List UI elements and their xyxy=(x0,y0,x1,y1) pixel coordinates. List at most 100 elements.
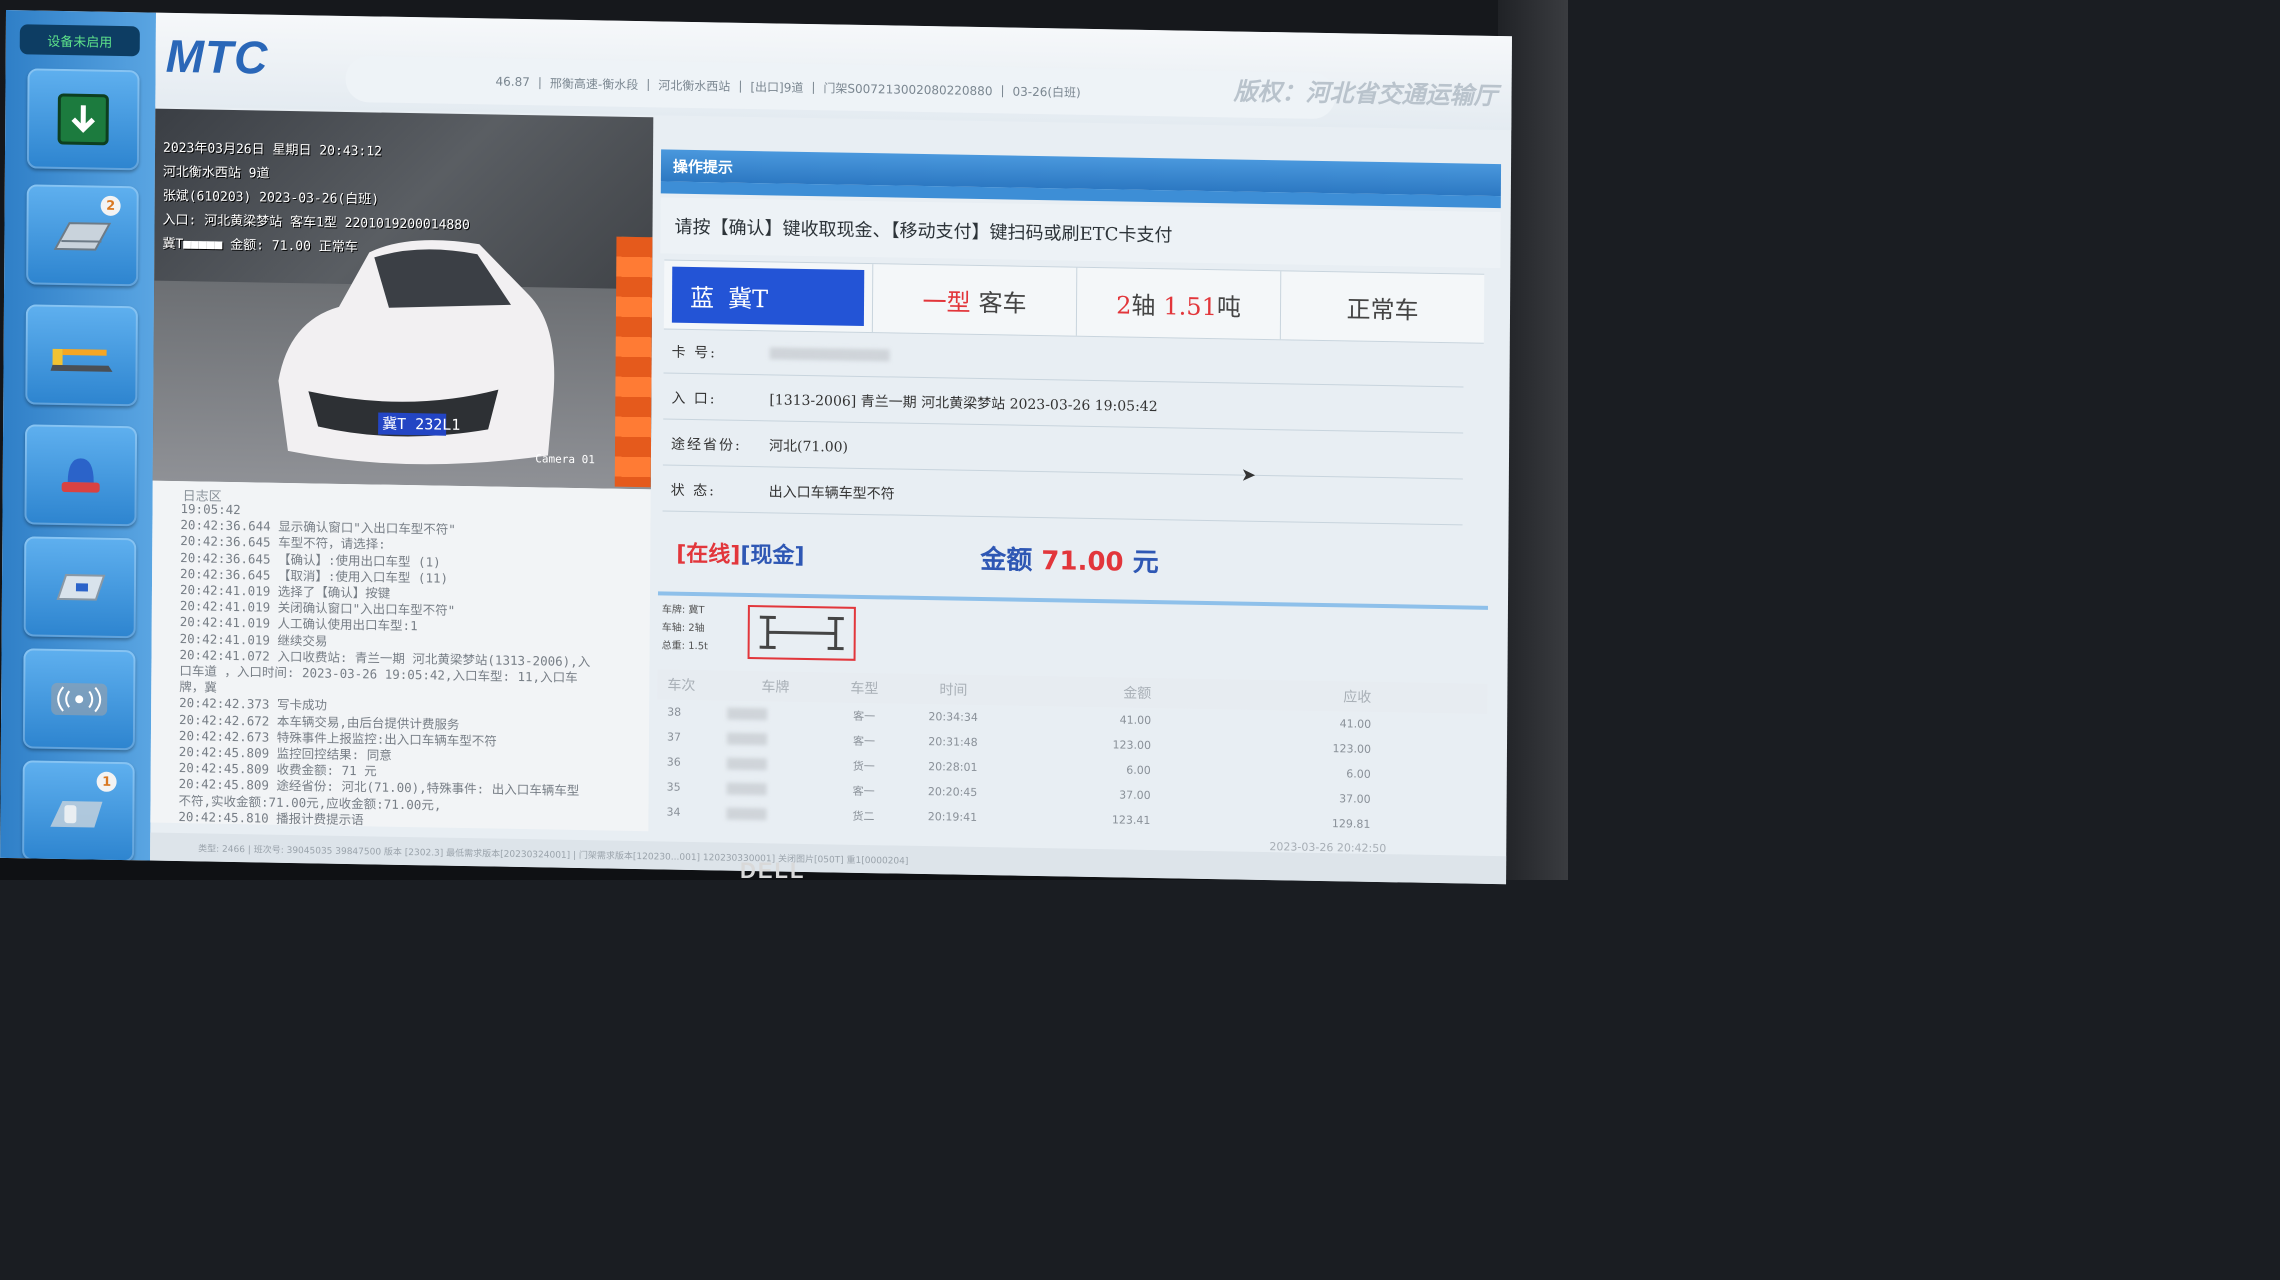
station-info-bar: 46.87 | 邢衡高速-衡水段 | 河北衡水西站 | [出口]9道 | 门架S0072… xyxy=(345,55,1336,120)
wireless-icon xyxy=(51,682,108,716)
barrier-gate-icon xyxy=(50,348,113,372)
info-gantry: 门架S007213002080220880 xyxy=(823,80,993,98)
camera-plate-text: 冀T 232L1 xyxy=(382,415,460,434)
payment-amount: 金额 71.00 元 xyxy=(980,539,1159,579)
lane-count-badge: 2 xyxy=(100,195,121,217)
plate-prefix: 冀T xyxy=(727,284,769,313)
info-station: 河北衡水西站 xyxy=(658,77,731,94)
province-value: 河北(71.00) xyxy=(768,437,849,456)
brand-logo: MTC xyxy=(165,29,269,84)
camera-overlay-text: 2023年03月26日 星期日 20:43:12 河北衡水西站 9道 张斌(61… xyxy=(162,137,470,262)
row-plate-redacted xyxy=(726,732,823,747)
toll-terminal-screen: 设备未启用 2 1 MTC 46.87 | 邢衡高速-衡水段 | 河北衡水西站 … xyxy=(0,10,1512,885)
download-button[interactable] xyxy=(26,68,140,171)
card-reader-button[interactable] xyxy=(23,536,137,639)
col-due: 应收 xyxy=(1343,689,1372,706)
state-value: 出入口车辆车型不符 xyxy=(768,483,895,503)
ops-prompt: 请按【确认】键收取现金、【移动支付】键扫码或刷ETC卡支付 xyxy=(660,197,1501,269)
row-due: 6.00 xyxy=(1346,767,1371,781)
lane-icon xyxy=(53,222,112,251)
etc-button[interactable] xyxy=(22,648,136,751)
axle-count: 2 xyxy=(1116,290,1132,320)
axle-info-weight: 总重: 1.5t xyxy=(661,640,709,653)
row-time: 20:19:41 xyxy=(927,810,978,824)
online-status: [在线] xyxy=(676,541,741,568)
info-version: 46.87 xyxy=(495,74,530,90)
log-lines: 19:05:42 20:42:36.644 显示确认窗口"入出口车型不符" 20… xyxy=(178,501,640,833)
row-time: 20:34:34 xyxy=(928,710,978,724)
log-panel[interactable]: 日志区 19:05:42 20:42:36.644 显示确认窗口"入出口车型不符… xyxy=(150,480,651,833)
barrier-button[interactable] xyxy=(25,304,138,407)
row-time: 20:20:45 xyxy=(927,785,978,799)
card-label: 卡 号: xyxy=(671,344,717,361)
camera-barrier-stripes xyxy=(614,236,653,488)
copyright-text: 版权：河北省交通运输厅 xyxy=(1233,77,1498,111)
row-time: 20:31:48 xyxy=(928,735,978,749)
row-type: 客一 xyxy=(852,734,876,748)
row-no: 38 xyxy=(667,705,682,719)
row-amount: 37.00 xyxy=(1119,788,1151,802)
amount-value: 71.00 xyxy=(1041,546,1124,578)
col-no: 车次 xyxy=(667,677,696,695)
vehicle-queue-icon xyxy=(50,801,103,828)
row-time: 20:28:01 xyxy=(928,760,978,774)
row-due: 123.00 xyxy=(1332,742,1372,756)
camera-view: 冀T 232L1 2023年03月26日 星期日 20:43:12 河北衡水西站… xyxy=(152,108,654,490)
row-amount: 6.00 xyxy=(1126,763,1151,777)
camera-label: Camera 01 xyxy=(535,452,595,467)
row-type: 客一 xyxy=(853,709,876,723)
row-due: 129.81 xyxy=(1331,817,1371,831)
axle-info: 车牌: 冀T 车轴: 2轴 总重: 1.5t xyxy=(658,601,744,660)
row-plate-redacted xyxy=(727,707,823,722)
row-type: 客一 xyxy=(852,784,875,798)
transaction-history[interactable]: 车次 车牌 车型 时间 金额 应收 38 客一 20:34:34 41.00 4… xyxy=(656,669,1488,843)
row-type: 货一 xyxy=(852,759,875,773)
row-no: 37 xyxy=(666,730,682,744)
row-amount: 123.00 xyxy=(1112,738,1152,753)
row-no: 34 xyxy=(666,805,681,819)
state-label: 状 态: xyxy=(670,482,716,499)
weight-value: 1.51 xyxy=(1163,291,1218,321)
download-icon xyxy=(57,93,109,146)
plate-color: 蓝 xyxy=(689,283,715,312)
info-road: 邢衡高速-衡水段 xyxy=(549,75,639,92)
row-due: 41.00 xyxy=(1339,717,1372,731)
info-lane: [出口]9道 xyxy=(750,79,804,95)
alarm-button[interactable] xyxy=(24,424,138,527)
axle-info-plate: 车牌: 冀T xyxy=(661,604,705,617)
entry-value: [1313-2006] 青兰一期 河北黄梁梦站 2023-03-26 19:05… xyxy=(769,391,1158,415)
card-value-redacted xyxy=(760,345,890,363)
row-due: 37.00 xyxy=(1339,792,1371,806)
plate-box: 蓝 冀T xyxy=(671,266,865,326)
cash-mode: [现金] xyxy=(740,542,805,569)
row-amount: 41.00 xyxy=(1119,713,1152,728)
info-shift: 03-26(白班) xyxy=(1012,84,1081,100)
row-plate-redacted xyxy=(726,782,823,797)
province-label: 途经省份: xyxy=(670,436,742,454)
sidebar: 设备未启用 2 1 xyxy=(0,10,156,863)
col-type: 车型 xyxy=(850,680,879,698)
queue-count-badge: 1 xyxy=(96,771,117,792)
amount-label: 金额 xyxy=(980,545,1033,576)
entry-label: 入 口: xyxy=(671,390,717,407)
card-icon xyxy=(56,574,106,601)
row-plate-redacted xyxy=(726,807,822,822)
lane-button[interactable]: 2 xyxy=(26,184,139,287)
axle-unit: 轴 xyxy=(1131,291,1156,320)
class-name: 客车 xyxy=(978,288,1027,318)
mouse-cursor-icon: ➤ xyxy=(1240,464,1257,486)
dell-logo: DELL xyxy=(740,858,806,883)
row-no: 36 xyxy=(666,755,681,769)
axle-info-axles: 车轴: 2轴 xyxy=(661,622,705,635)
col-amount: 金额 xyxy=(1123,685,1152,703)
axle-diagram xyxy=(747,604,856,661)
weight-unit: 吨 xyxy=(1216,292,1242,322)
class-num: 一型 xyxy=(922,287,971,317)
payment-mode: [在线][现金] xyxy=(676,536,804,570)
row-no: 35 xyxy=(666,780,681,794)
vehicle-queue-button[interactable]: 1 xyxy=(22,760,135,863)
axle-icon xyxy=(759,615,844,651)
device-status-badge: 设备未启用 xyxy=(19,24,140,57)
amount-unit: 元 xyxy=(1132,547,1159,579)
col-plate: 车牌 xyxy=(761,679,790,696)
